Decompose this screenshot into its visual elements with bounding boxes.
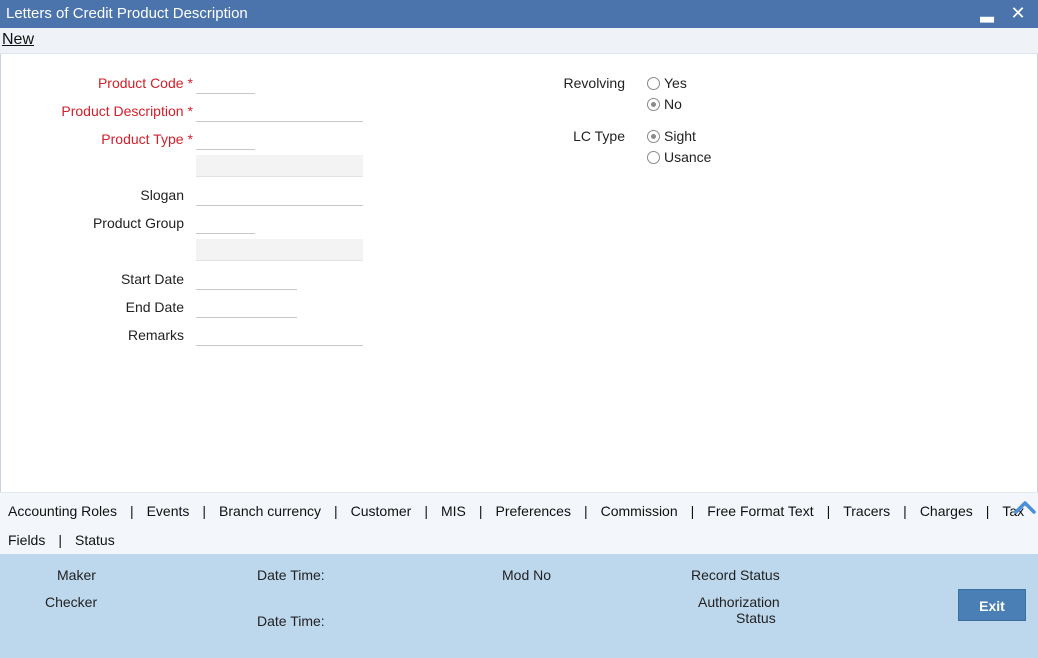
menu-bar: New: [0, 28, 1038, 54]
tab-charges[interactable]: Charges: [920, 503, 973, 519]
product-description-label: Product Description *: [61, 103, 193, 119]
authorization-status-label-line2: Status: [736, 610, 776, 626]
authorization-status-label-line1: Authorization: [698, 594, 780, 610]
radio-unchecked-icon: [647, 76, 660, 90]
tab-mis[interactable]: MIS: [441, 503, 466, 519]
radio-checked-icon: [647, 97, 660, 111]
close-button[interactable]: ✕: [1007, 2, 1029, 24]
tab-line-1: Accounting Roles | Events | Branch currenc…: [8, 503, 1038, 519]
subscreen-tabs: Accounting Roles | Events | Branch currenc…: [0, 492, 1038, 554]
product-group-label: Product Group: [92, 215, 184, 231]
tab-line-2: Fields | Status: [8, 532, 115, 548]
new-link[interactable]: New: [2, 31, 34, 49]
maker-label: Maker: [57, 567, 96, 583]
checker-date-time-label: Date Time:: [257, 613, 325, 629]
tab-separator: |: [129, 503, 134, 519]
tab-separator: |: [583, 503, 588, 519]
lc-type-label: LC Type: [573, 128, 625, 144]
radio-unchecked-icon: [647, 150, 660, 164]
tab-separator: |: [690, 503, 695, 519]
tab-free-format-text[interactable]: Free Format Text: [707, 503, 813, 519]
remarks-label: Remarks: [127, 327, 184, 343]
tab-separator: |: [333, 503, 338, 519]
lc-type-usance-radio[interactable]: Usance: [647, 149, 711, 165]
radio-checked-icon: [647, 129, 660, 143]
product-group-description: [196, 239, 363, 261]
tab-accounting-roles[interactable]: Accounting Roles: [8, 503, 117, 519]
start-date-input[interactable]: [196, 268, 297, 290]
window-titlebar: Letters of Credit Product Description ▂ …: [0, 0, 1038, 28]
maker-date-time-label: Date Time:: [257, 567, 325, 583]
chevron-up-icon[interactable]: [1014, 499, 1036, 515]
tab-status[interactable]: Status: [75, 532, 115, 548]
tab-separator: |: [903, 503, 907, 519]
revolving-no-radio[interactable]: No: [647, 96, 682, 112]
tab-tracers[interactable]: Tracers: [843, 503, 890, 519]
tab-separator: |: [826, 503, 831, 519]
revolving-yes-radio[interactable]: Yes: [647, 75, 687, 91]
product-description-input[interactable]: [196, 100, 363, 122]
audit-footer: Maker Checker Date Time: Date Time: Mod …: [0, 554, 1038, 658]
form-area: Product Code * Product Description * Produ…: [0, 54, 1038, 492]
revolving-label: Revolving: [563, 75, 625, 91]
lc-type-sight-radio[interactable]: Sight: [647, 128, 696, 144]
slogan-label: Slogan: [140, 187, 184, 203]
tab-separator: |: [985, 503, 990, 519]
end-date-input[interactable]: [196, 296, 297, 318]
product-type-label: Product Type *: [101, 131, 193, 147]
exit-button[interactable]: Exit: [958, 589, 1026, 621]
end-date-label: End Date: [125, 299, 184, 315]
tab-branch-currency[interactable]: Branch currency: [219, 503, 321, 519]
mod-no-label: Mod No: [502, 567, 552, 583]
checker-label: Checker: [45, 594, 98, 610]
product-type-description: [196, 155, 363, 177]
product-type-input[interactable]: [196, 128, 255, 150]
start-date-label: Start Date: [120, 271, 184, 287]
tab-separator: |: [424, 503, 428, 519]
product-group-input[interactable]: [196, 212, 255, 234]
tab-fields[interactable]: Fields: [8, 532, 45, 548]
product-code-label: Product Code *: [97, 75, 193, 91]
tab-events[interactable]: Events: [147, 503, 190, 519]
tab-customer[interactable]: Customer: [351, 503, 412, 519]
slogan-input[interactable]: [196, 184, 363, 206]
minimize-button[interactable]: ▂: [976, 2, 998, 24]
tab-separator: |: [202, 503, 207, 519]
product-code-input[interactable]: [196, 72, 255, 94]
record-status-label: Record Status: [691, 567, 780, 583]
tab-commission[interactable]: Commission: [601, 503, 678, 519]
tab-preferences[interactable]: Preferences: [495, 503, 570, 519]
remarks-input[interactable]: [196, 324, 363, 346]
tab-separator: |: [478, 503, 483, 519]
tab-separator: |: [58, 532, 62, 548]
window-title: Letters of Credit Product Description: [6, 5, 248, 22]
